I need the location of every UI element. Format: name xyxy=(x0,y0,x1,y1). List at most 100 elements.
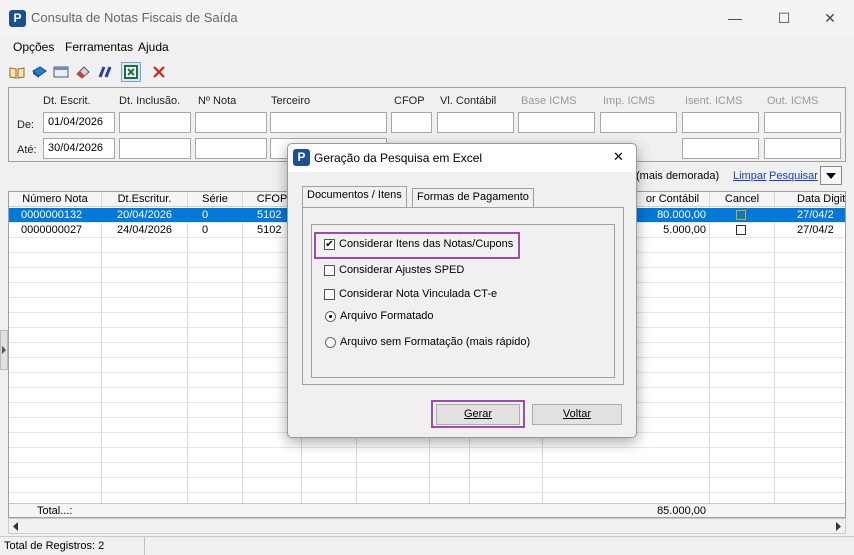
option-sem-formatacao[interactable]: Arquivo sem Formatação (mais rápido) xyxy=(325,336,530,348)
header-dt-escritur[interactable]: Dt.Escritur. xyxy=(102,192,187,207)
scroll-left-icon[interactable] xyxy=(12,522,20,531)
de-base-icms-input[interactable] xyxy=(518,112,595,133)
cell-cancel-checkbox[interactable] xyxy=(736,225,746,235)
option-itens-label: Considerar Itens das Notas/Cupons xyxy=(339,238,514,250)
col-dt-escrit: Dt. Escrit. xyxy=(43,95,91,107)
tab-formas-pagamento[interactable]: Formas de Pagamento xyxy=(412,188,534,207)
cell-serie: 0 xyxy=(202,224,209,236)
option-itens-notas[interactable]: ✔ Considerar Itens das Notas/Cupons xyxy=(324,238,513,250)
arrow-right-icon xyxy=(2,346,6,354)
col-cfop: CFOP xyxy=(394,95,425,107)
cell-serie: 0 xyxy=(202,209,209,221)
cell-cfop: 5102 xyxy=(257,209,282,221)
total-label: Total...: xyxy=(37,505,73,517)
col-terceiro: Terceiro xyxy=(271,95,311,107)
search-options-dropdown[interactable] xyxy=(820,166,842,185)
status-record-count: Total de Registros: 2 xyxy=(4,540,105,552)
menu-opcoes[interactable]: Opções xyxy=(13,40,54,54)
cell-dt: 24/04/2026 xyxy=(117,224,173,236)
limpar-link[interactable]: Limpar xyxy=(733,170,767,182)
open-book-icon[interactable] xyxy=(7,62,27,82)
total-row: Total...: 85.000,00 xyxy=(9,503,845,517)
radio-selected-icon[interactable] xyxy=(325,310,336,322)
voltar-button[interactable]: Voltar xyxy=(532,404,622,425)
option-nota-cte[interactable]: Considerar Nota Vinculada CT-e xyxy=(324,288,497,300)
checkbox-checked-icon[interactable]: ✔ xyxy=(324,238,335,250)
dialog-app-icon: P xyxy=(293,149,310,166)
cell-numero: 0000000027 xyxy=(21,224,83,236)
total-value: 85.000,00 xyxy=(657,505,706,517)
tools-icon[interactable] xyxy=(95,62,115,82)
tab-documentos-itens[interactable]: Documentos / Itens xyxy=(302,186,407,208)
main-window: P Consulta de Notas Fiscais de Saída — ☐… xyxy=(0,0,854,555)
cell-numero: 0000000132 xyxy=(21,209,83,221)
cell-cancel-checkbox[interactable] xyxy=(736,210,746,220)
status-divider xyxy=(144,537,145,555)
de-cfop-input[interactable] xyxy=(391,112,432,133)
close-button[interactable]: ✕ xyxy=(816,5,844,31)
cell-valor: 80.000,00 xyxy=(657,209,706,221)
window-title: Consulta de Notas Fiscais de Saída xyxy=(31,10,238,25)
status-bar: Total de Registros: 2 xyxy=(0,536,854,555)
maximize-button[interactable]: ☐ xyxy=(770,5,798,31)
de-isent-icms-input[interactable] xyxy=(682,112,759,133)
de-dt-inclusao-input[interactable] xyxy=(119,112,191,133)
header-valor-contabil[interactable]: or Contábil xyxy=(636,192,709,207)
cell-data-digita: 27/04/2 xyxy=(797,209,834,221)
ate-isent-icms-input[interactable] xyxy=(682,138,759,159)
excel-export-dialog: P Geração da Pesquisa em Excel ✕ Documen… xyxy=(287,143,637,438)
close-x-icon[interactable] xyxy=(149,62,169,82)
option-arquivo-formatado[interactable]: Arquivo Formatado xyxy=(325,310,434,322)
ate-dt-inclusao-input[interactable] xyxy=(119,138,191,159)
ate-dt-escrit-input[interactable]: 30/04/2026 xyxy=(43,138,115,159)
de-vl-contabil-input[interactable] xyxy=(437,112,514,133)
menu-ajuda[interactable]: Ajuda xyxy=(138,40,169,54)
window-icon[interactable] xyxy=(51,62,71,82)
col-imp-icms: Imp. ICMS xyxy=(603,95,655,107)
splitter-handle[interactable] xyxy=(0,330,8,370)
dialog-close-icon[interactable]: ✕ xyxy=(613,149,624,165)
option-sem-formatacao-label: Arquivo sem Formatação (mais rápido) xyxy=(340,336,531,348)
option-ajustes-sped[interactable]: Considerar Ajustes SPED xyxy=(324,264,464,276)
col-isent-icms: Isent. ICMS xyxy=(685,95,743,107)
de-out-icms-input[interactable] xyxy=(764,112,841,133)
checkbox-icon[interactable] xyxy=(324,264,335,276)
option-cte-label: Considerar Nota Vinculada CT-e xyxy=(339,288,498,300)
col-out-icms: Out. ICMS xyxy=(767,95,819,107)
gerar-button[interactable]: Gerar xyxy=(436,404,520,425)
minimize-button[interactable]: — xyxy=(721,5,749,31)
horizontal-scrollbar[interactable] xyxy=(8,518,846,534)
ate-num-nota-input[interactable] xyxy=(195,138,267,159)
col-num-nota: Nº Nota xyxy=(198,95,237,107)
gerar-label: Gerar xyxy=(463,408,493,420)
tab-panel: ✔ Considerar Itens das Notas/Cupons Cons… xyxy=(302,207,624,385)
cell-valor: 5.000,00 xyxy=(663,224,706,236)
checkbox-icon[interactable] xyxy=(324,288,335,300)
de-dt-escrit-input[interactable]: 01/04/2026 xyxy=(43,112,115,133)
ate-out-icms-input[interactable] xyxy=(764,138,841,159)
col-dt-inclusao: Dt. Inclusão. xyxy=(119,95,181,107)
header-numero-nota[interactable]: Número Nota xyxy=(9,192,101,207)
header-data-digita[interactable]: Data Digita xyxy=(775,192,845,207)
de-num-nota-input[interactable] xyxy=(195,112,267,133)
scroll-right-icon[interactable] xyxy=(834,522,842,531)
col-base-icms: Base ICMS xyxy=(521,95,577,107)
blue-book-icon[interactable] xyxy=(29,62,49,82)
label-de: De: xyxy=(17,119,35,131)
menu-ferramentas[interactable]: Ferramentas xyxy=(65,40,133,54)
pesquisar-link[interactable]: Pesquisar xyxy=(769,170,818,182)
de-terceiro-input[interactable] xyxy=(270,112,387,133)
voltar-label: Voltar xyxy=(562,408,592,420)
header-cancel[interactable]: Cancel xyxy=(710,192,774,207)
label-ate: Até: xyxy=(17,144,37,156)
search-hint: (mais demorada) xyxy=(636,170,720,182)
dialog-title-bar: P Geração da Pesquisa em Excel ✕ xyxy=(288,144,636,172)
excel-export-icon[interactable] xyxy=(121,62,141,82)
col-vl-contabil: Vl. Contábil xyxy=(440,95,497,107)
options-group: ✔ Considerar Itens das Notas/Cupons Cons… xyxy=(311,224,615,378)
eraser-icon[interactable] xyxy=(73,62,93,82)
header-serie[interactable]: Série xyxy=(188,192,242,207)
de-imp-icms-input[interactable] xyxy=(600,112,677,133)
radio-icon[interactable] xyxy=(325,336,336,348)
title-bar: P Consulta de Notas Fiscais de Saída — ☐… xyxy=(0,0,854,36)
